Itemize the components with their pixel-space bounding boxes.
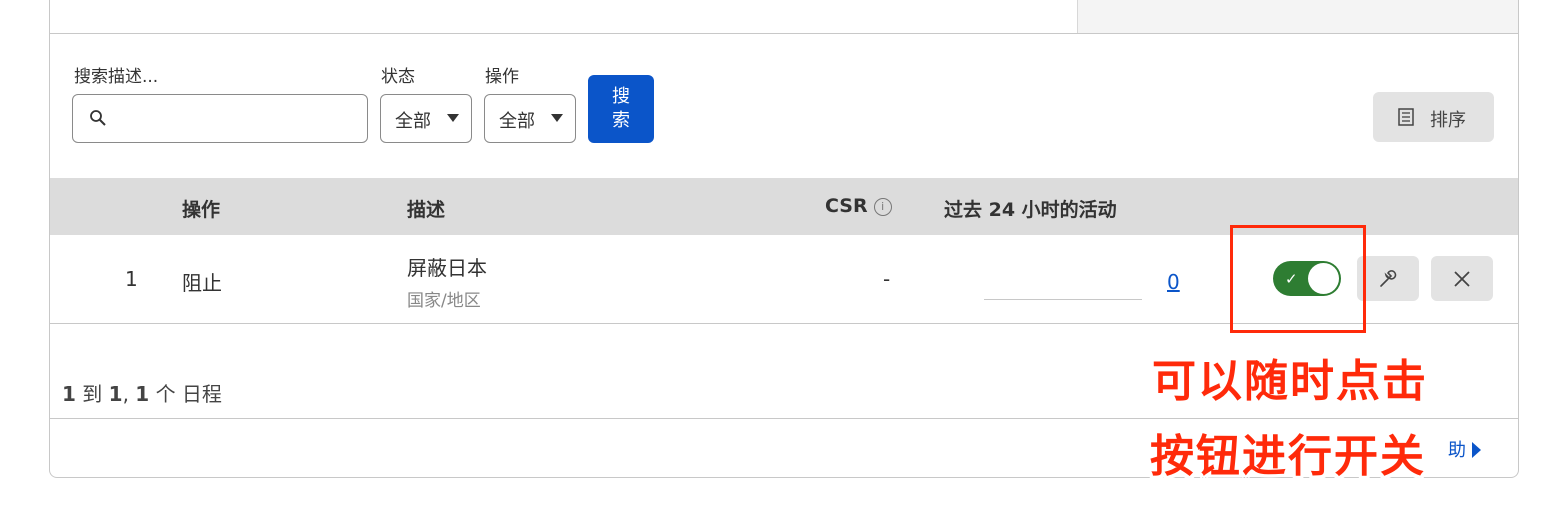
header-action: 操作 <box>182 199 221 221</box>
range-to: 1 <box>108 382 123 406</box>
sort-button[interactable]: 排序 <box>1373 92 1494 142</box>
header-csr-label: CSR <box>825 195 868 217</box>
header-activity: 过去 24 小时的活动 <box>944 199 1117 221</box>
wrench-icon <box>1380 269 1397 287</box>
range-from: 1 <box>62 382 76 406</box>
help-link[interactable]: 助 <box>1448 436 1481 462</box>
magnifier-icon <box>90 110 106 126</box>
close-icon <box>1454 270 1470 287</box>
triangle-right-icon <box>1472 442 1481 458</box>
info-icon[interactable]: i <box>873 198 892 216</box>
status-select[interactable]: 全部 <box>380 94 472 143</box>
row-action: 阻止 <box>182 271 222 295</box>
row-type: 国家/地区 <box>407 291 481 311</box>
range-to-word: 到 <box>82 382 103 406</box>
help-link-label: 助 <box>1448 440 1466 461</box>
status-label: 状态 <box>381 67 415 87</box>
footer-divider <box>50 418 1518 419</box>
annotation-line-1: 可以随时点击 <box>1152 356 1428 407</box>
total-count: 1 <box>135 382 150 406</box>
annotation-line-2: 按钮进行开关 <box>1150 431 1426 482</box>
toggle-highlight-box <box>1230 225 1366 333</box>
activity-sparkline <box>984 299 1142 300</box>
row-csr: - <box>883 267 891 291</box>
top-strip-gray-area <box>1077 0 1518 33</box>
status-select-value: 全部 <box>395 111 431 132</box>
sort-button-label: 排序 <box>1430 110 1466 131</box>
header-csr: CSR i <box>825 195 892 217</box>
pagination-summary: 1 到 1, 1 个 日程 <box>62 382 222 406</box>
activity-count-link[interactable]: 0 <box>1167 270 1180 294</box>
search-input[interactable] <box>72 94 368 143</box>
top-strip <box>50 0 1518 34</box>
search-button-label: 搜索 <box>612 86 630 131</box>
total-unit: 个 日程 <box>155 382 222 406</box>
search-button[interactable]: 搜索 <box>588 75 654 143</box>
action-label: 操作 <box>485 67 519 87</box>
action-select-value: 全部 <box>499 111 535 132</box>
action-select[interactable]: 全部 <box>484 94 576 143</box>
list-icon <box>1398 108 1414 126</box>
row-description: 屏蔽日本 <box>407 256 487 280</box>
delete-button[interactable] <box>1431 256 1493 301</box>
caret-down-icon <box>447 114 459 122</box>
search-label: 搜索描述... <box>74 67 159 87</box>
caret-down-icon <box>551 114 563 122</box>
row-index: 1 <box>125 267 138 291</box>
header-description: 描述 <box>407 199 446 221</box>
edit-button[interactable] <box>1357 256 1419 301</box>
